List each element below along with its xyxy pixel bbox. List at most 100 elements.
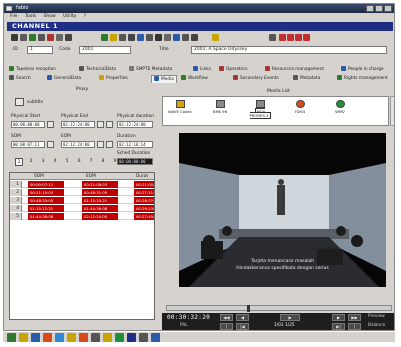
calendar-icon[interactable] <box>182 34 189 41</box>
tab-media[interactable]: Media <box>151 75 177 83</box>
tab-technical-data[interactable]: TechnicalData <box>79 66 116 74</box>
taskbar-app-icon-9[interactable] <box>139 333 148 342</box>
mark-in-button[interactable]: [ <box>220 323 233 330</box>
duration-field[interactable]: 02:12:16:14 <box>117 141 153 148</box>
taskbar-folder-icon[interactable] <box>19 333 28 342</box>
start-icon[interactable] <box>7 333 16 342</box>
taskbar-app-icon-4[interactable] <box>79 333 88 342</box>
minimize-button[interactable] <box>366 5 374 12</box>
segment-button-7[interactable]: 7 <box>87 158 95 166</box>
tab-smpte-metadata[interactable]: SMPTE Metadata <box>129 66 172 74</box>
taskbar-browser-icon[interactable] <box>31 333 40 342</box>
goto-out-button[interactable]: ▶| <box>332 323 345 330</box>
code-field[interactable]: 2001 <box>79 46 131 54</box>
id-field[interactable]: 1 <box>27 46 53 54</box>
tab-metadata[interactable]: Metadata <box>293 75 320 83</box>
prev-record-icon[interactable] <box>20 34 27 41</box>
first-record-icon[interactable] <box>11 34 18 41</box>
info-icon[interactable] <box>173 34 180 41</box>
tab-tapeless-reception[interactable]: Tapeless reception <box>9 66 56 74</box>
play-button[interactable]: ▶ <box>280 314 300 321</box>
column-som[interactable]: SOM <box>34 173 44 180</box>
media-item-h264[interactable]: H264 <box>287 99 313 125</box>
media-item-wmv[interactable]: WMV <box>327 99 353 125</box>
close-button[interactable] <box>384 5 392 12</box>
segments-grid[interactable]: SOM EOM Durat 1 00:00:07:11 00:21:08:03 … <box>9 172 155 320</box>
undo-icon[interactable] <box>56 34 63 41</box>
seek-bar[interactable] <box>166 305 392 312</box>
som-cell[interactable]: 00:48:33:05 <box>28 197 64 204</box>
print-icon[interactable] <box>119 34 126 41</box>
prev-frame-button[interactable]: ◀ <box>236 314 249 321</box>
segment-button-8[interactable]: 8 <box>99 158 107 166</box>
menu-utility[interactable]: Utility <box>63 14 76 19</box>
search-icon[interactable] <box>128 34 135 41</box>
subtitle-icon[interactable] <box>15 98 24 106</box>
title-field[interactable]: 2001: A Space Odyssey <box>191 46 387 54</box>
segment-button-4[interactable]: 4 <box>51 158 59 166</box>
flag-icon-4[interactable] <box>303 34 310 41</box>
taskbar-app-icon-10[interactable] <box>151 333 160 342</box>
menu-tools[interactable]: Tools <box>25 14 36 19</box>
tab-properties[interactable]: Properties <box>99 75 128 83</box>
som-field[interactable]: 00:00:07:11 <box>11 141 45 148</box>
tab-rights-management[interactable]: Rights management <box>337 75 388 83</box>
goto-in-button[interactable]: |◀ <box>236 323 249 330</box>
duration-cell[interactable]: 00:27:21:02 <box>134 189 154 196</box>
som-cell[interactable]: 00:00:07:11 <box>28 181 64 188</box>
next-frame-button[interactable]: ▶ <box>332 314 345 321</box>
network-icon[interactable] <box>269 34 276 41</box>
taskbar-app-icon-3[interactable] <box>67 333 76 342</box>
filter-icon[interactable] <box>65 34 72 41</box>
physical-duration-field[interactable]: 02:12:24:00 <box>117 121 153 128</box>
eom-field[interactable]: 02:12:24:00 <box>61 141 95 148</box>
properties-icon[interactable] <box>164 34 171 41</box>
duration-cell[interactable]: 00:26:37:16 <box>134 197 154 204</box>
export-icon[interactable] <box>137 34 144 41</box>
tab-general-data[interactable]: GeneralData <box>47 75 81 83</box>
media-list[interactable]: WAVE Codec BHK 96 MOV PRORES 4 H264 WMV <box>162 96 389 126</box>
physical-end-goto-button[interactable] <box>106 121 113 128</box>
report-icon[interactable] <box>191 34 198 41</box>
menu-file[interactable]: File <box>10 14 18 19</box>
media-list-scrollbar[interactable] <box>390 96 394 126</box>
som-cell[interactable]: 01:15:12:21 <box>28 205 64 212</box>
segment-button-2[interactable]: 2 <box>27 158 35 166</box>
tab-search[interactable]: Search <box>9 75 31 83</box>
flag-icon-2[interactable] <box>287 34 294 41</box>
table-row[interactable]: 4 01:15:12:21 01:44:36:08 00:29:23:12 <box>10 205 154 212</box>
settings-icon[interactable] <box>212 34 219 41</box>
flag-icon-1[interactable] <box>279 34 286 41</box>
column-duration[interactable]: Durat <box>136 173 148 180</box>
fast-forward-button[interactable]: ▶▶ <box>348 314 361 321</box>
eom-cell[interactable]: 01:15:10:21 <box>82 197 118 204</box>
taskbar-app-icon-7[interactable] <box>115 333 124 342</box>
eom-cell[interactable]: 01:44:36:08 <box>82 205 118 212</box>
mark-out-button[interactable]: ] <box>348 323 361 330</box>
eom-cell[interactable]: 00:21:08:03 <box>82 181 118 188</box>
delete-icon[interactable] <box>47 34 54 41</box>
taskbar-app-icon-8[interactable] <box>127 333 136 342</box>
column-eom[interactable]: EOM <box>86 173 96 180</box>
media-item-mov-prores[interactable]: MOV PRORES 4 <box>247 99 273 125</box>
table-row[interactable]: 5 01:44:38:08 02:12:24:00 00:27:45:17 <box>10 213 154 220</box>
refresh-icon[interactable] <box>101 34 108 41</box>
eom-set-button[interactable] <box>97 141 104 148</box>
tab-links[interactable]: Links <box>193 66 211 74</box>
taskbar-app-icon-6[interactable] <box>103 333 112 342</box>
import-icon[interactable] <box>146 34 153 41</box>
flag-icon-3[interactable] <box>295 34 302 41</box>
segment-button-5[interactable]: 5 <box>63 158 71 166</box>
sched-duration-field[interactable]: 00:00:00:00 <box>117 158 153 165</box>
taskbar-app-icon-2[interactable] <box>55 333 64 342</box>
physical-end-field[interactable]: 02:12:24:00 <box>61 121 95 128</box>
duration-cell[interactable]: 00:29:23:12 <box>134 205 154 212</box>
tab-people-in-charge[interactable]: People in charge <box>341 66 384 74</box>
taskbar-app-icon-5[interactable] <box>91 333 100 342</box>
physical-start-set-button[interactable] <box>47 121 54 128</box>
rewind-button[interactable]: ◀◀ <box>220 314 233 321</box>
media-item-wave[interactable]: WAVE Codec <box>167 99 193 125</box>
new-record-icon[interactable] <box>29 34 36 41</box>
som-cell[interactable]: 01:44:38:08 <box>28 213 64 220</box>
som-set-button[interactable] <box>47 141 54 148</box>
